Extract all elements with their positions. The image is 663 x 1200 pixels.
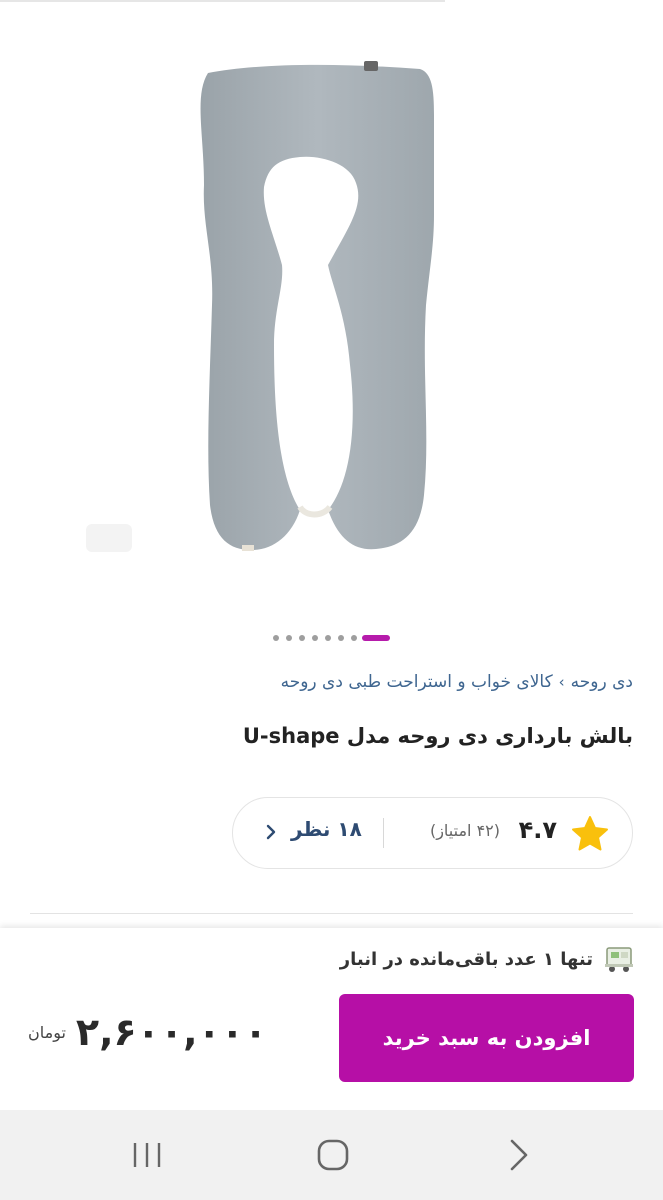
rating-divider	[383, 818, 384, 848]
rating-count: (۴۲ امتیاز)	[429, 821, 500, 840]
back-icon[interactable]	[504, 1136, 534, 1174]
reviews-link[interactable]: ۱۸ نظر	[291, 817, 362, 841]
add-to-cart-button[interactable]: افزودن به سبد خرید	[339, 994, 634, 1082]
stock-text: تنها ۱ عدد باقی‌مانده در انبار	[339, 948, 593, 970]
price-value: ۲,۶۰۰,۰۰۰	[75, 1010, 268, 1054]
rating-card[interactable]: ۴.۷ (۴۲ امتیاز) ۱۸ نظر	[232, 797, 633, 869]
delivery-truck-icon	[605, 947, 633, 972]
carousel-indicator	[0, 631, 663, 645]
product-title: بالش بارداری دی روحه مدل U-shape	[242, 724, 633, 748]
product-image[interactable]	[150, 55, 450, 565]
buy-bar: تنها ۱ عدد باقی‌مانده در انبار افزودن به…	[0, 928, 663, 1110]
chevron-right-icon[interactable]	[261, 818, 281, 846]
breadcrumb-item-brand[interactable]: دی روحه	[571, 672, 633, 692]
carousel-dot[interactable]	[286, 635, 292, 641]
status-divider	[0, 0, 445, 2]
section-divider	[30, 913, 633, 914]
carousel-dot[interactable]	[273, 635, 279, 641]
price: تومان ۲,۶۰۰,۰۰۰	[28, 1010, 267, 1054]
star-icon	[572, 816, 608, 851]
recent-apps-icon[interactable]	[130, 1139, 164, 1171]
carousel-dot[interactable]	[338, 635, 344, 641]
carousel-dot[interactable]	[312, 635, 318, 641]
carousel-dot[interactable]	[299, 635, 305, 641]
breadcrumb-item-category[interactable]: کالای خواب و استراحت طبی دی روحه	[281, 672, 553, 692]
price-unit: تومان	[28, 1022, 66, 1042]
carousel-dot[interactable]	[325, 635, 331, 641]
carousel-dot-active[interactable]	[362, 635, 390, 641]
thumbnail-placeholder	[86, 524, 132, 552]
rating-score: ۴.۷	[518, 816, 557, 844]
breadcrumb: دی روحه › کالای خواب و استراحت طبی دی رو…	[281, 672, 633, 692]
system-nav-bar	[0, 1110, 663, 1200]
home-icon[interactable]	[313, 1135, 353, 1175]
breadcrumb-separator-icon: ›	[558, 673, 565, 691]
carousel-dot[interactable]	[351, 635, 357, 641]
stock-row: تنها ۱ عدد باقی‌مانده در انبار	[340, 942, 637, 976]
